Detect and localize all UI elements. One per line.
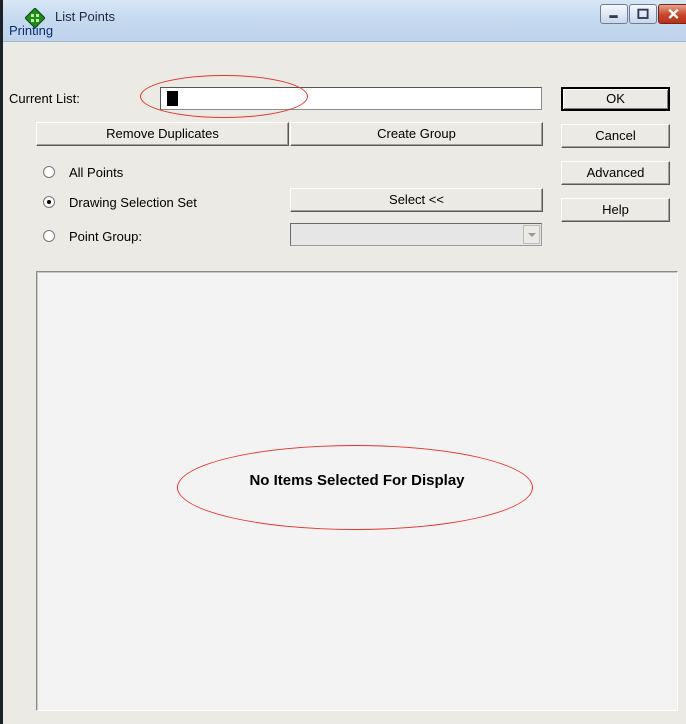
ok-button[interactable]: OK <box>561 87 670 111</box>
maximize-button[interactable] <box>629 4 657 24</box>
close-icon <box>668 8 679 19</box>
dropdown-arrow-button[interactable] <box>523 225 540 244</box>
cancel-button[interactable]: Cancel <box>561 124 670 148</box>
chevron-down-icon <box>528 233 536 237</box>
title-bar: List Points Printing <box>3 0 686 42</box>
radio-drawing-selection-set-label: Drawing Selection Set <box>69 194 197 210</box>
radio-point-group-indicator[interactable] <box>43 230 55 242</box>
point-group-dropdown[interactable] <box>290 223 542 246</box>
minimize-icon <box>609 15 618 18</box>
window-title: List Points <box>55 9 115 24</box>
radio-all-points[interactable]: All Points <box>43 163 123 181</box>
select-button[interactable]: Select << <box>290 188 543 212</box>
maximize-icon <box>637 8 649 19</box>
empty-list-message: No Items Selected For Display <box>249 472 465 489</box>
minimize-button[interactable] <box>600 4 628 24</box>
radio-drawing-selection-set[interactable]: Drawing Selection Set <box>43 193 197 211</box>
radio-point-group[interactable]: Point Group: <box>43 227 142 245</box>
remove-duplicates-button[interactable]: Remove Duplicates <box>36 122 289 146</box>
radio-all-points-label: All Points <box>69 164 124 180</box>
close-button[interactable] <box>658 4 686 24</box>
dialog-body: Current List: Remove Duplicates Create G… <box>3 42 686 724</box>
radio-point-group-label: Point Group: <box>69 228 142 244</box>
radio-all-points-indicator[interactable] <box>43 166 55 178</box>
radio-drawing-selection-set-indicator[interactable] <box>43 196 55 208</box>
text-cursor <box>167 91 178 106</box>
advanced-button[interactable]: Advanced <box>561 161 670 185</box>
create-group-button[interactable]: Create Group <box>290 122 543 146</box>
menu-printing[interactable]: Printing <box>9 23 53 38</box>
current-list-input[interactable] <box>160 87 542 110</box>
list-points-window: List Points Printing Current List: Remov… <box>0 0 686 724</box>
current-list-label: Current List: <box>9 91 80 106</box>
help-button[interactable]: Help <box>561 198 670 222</box>
points-list-area[interactable] <box>36 271 678 711</box>
